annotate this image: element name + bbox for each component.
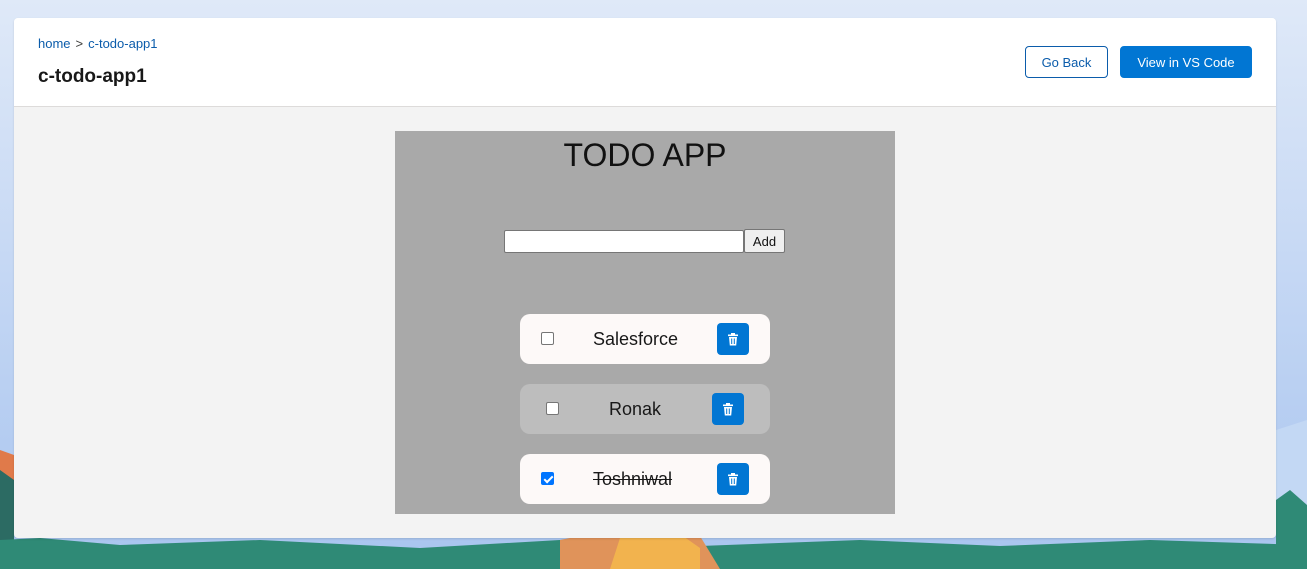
breadcrumb-separator: >: [75, 36, 84, 51]
page-title: c-todo-app1: [38, 66, 147, 87]
new-todo-input[interactable]: [504, 230, 744, 253]
todo-app-title: TODO APP: [563, 137, 727, 173]
todo-item: Salesforce: [520, 314, 770, 364]
todo-item-label: Salesforce: [593, 329, 679, 349]
breadcrumb: home > c-todo-app1: [38, 36, 158, 51]
view-in-vscode-button[interactable]: View in VS Code: [1120, 46, 1252, 78]
main-card: home > c-todo-app1 c-todo-app1 Go Back Vie…: [14, 18, 1276, 538]
todo-item-checkbox[interactable]: [546, 402, 559, 415]
todo-app-panel: TODO APP Add Salesforce Ronak Toshniwal: [395, 131, 895, 514]
todo-item-label: Toshniwal: [593, 469, 673, 489]
delete-todo-button[interactable]: [712, 393, 744, 425]
trash-icon: [728, 472, 738, 485]
breadcrumb-current-link[interactable]: c-todo-app1: [88, 36, 157, 51]
todo-item-label: Ronak: [609, 399, 662, 419]
todo-item-checkbox[interactable]: [541, 472, 554, 485]
breadcrumb-home-link[interactable]: home: [38, 36, 71, 51]
todo-item-checkbox[interactable]: [541, 332, 554, 345]
delete-todo-button[interactable]: [717, 463, 749, 495]
add-todo-button[interactable]: Add: [744, 229, 785, 253]
delete-todo-button[interactable]: [717, 323, 749, 355]
todo-item: Toshniwal: [520, 454, 770, 504]
todo-item: Ronak: [520, 384, 770, 434]
trash-icon: [723, 402, 733, 415]
page-header: home > c-todo-app1 c-todo-app1 Go Back Vie…: [14, 18, 1276, 107]
trash-icon: [728, 332, 738, 345]
go-back-button[interactable]: Go Back: [1025, 46, 1108, 78]
